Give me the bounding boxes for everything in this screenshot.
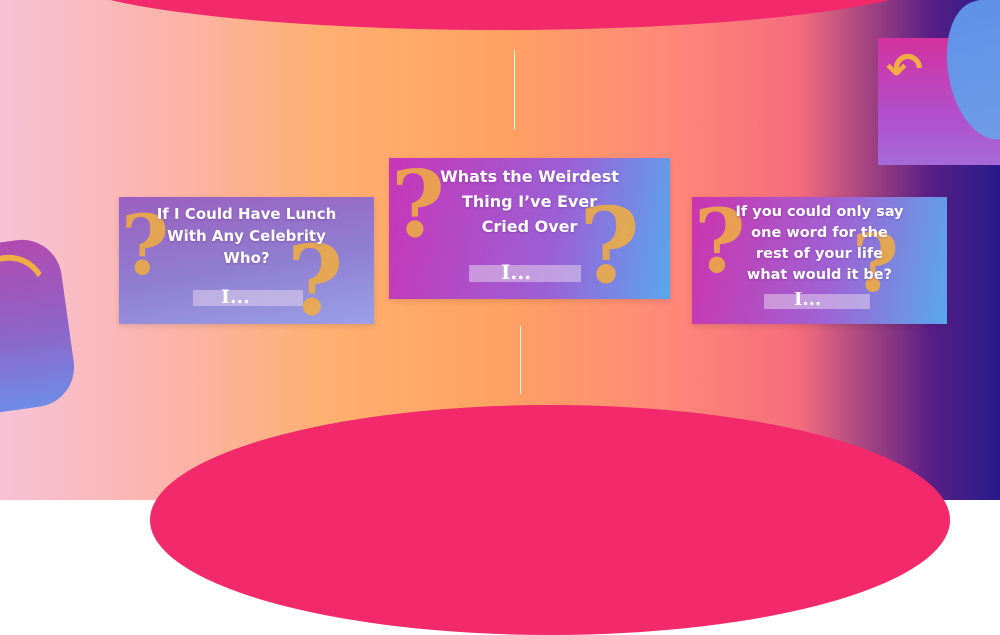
divider-line-bottom (520, 326, 521, 394)
question-card-2[interactable]: ? ? Whats the Weirdest Thing I’ve Ever C… (389, 158, 670, 299)
question-line: If I Could Have Lunch (156, 205, 337, 223)
question-line: If you could only say (735, 204, 904, 220)
answer-text: I... (221, 286, 250, 308)
question-line: rest of your life (756, 246, 883, 262)
question-text: If I Could Have Lunch With Any Celebrity… (119, 203, 374, 269)
curl-question-icon: ⌒ (0, 247, 45, 323)
question-line: one word for the (751, 225, 888, 241)
question-line: Thing I’ve Ever (461, 192, 598, 211)
question-card-1[interactable]: ? ? If I Could Have Lunch With Any Celeb… (119, 197, 374, 324)
question-line: what would it be? (746, 267, 893, 283)
question-line: With Any Celebrity (167, 227, 326, 245)
answer-text: I... (794, 289, 822, 310)
answer-text: I... (501, 260, 532, 284)
question-text: If you could only say one word for the r… (692, 202, 947, 286)
question-line: Who? (223, 249, 270, 267)
question-line: Whats the Weirdest (440, 167, 619, 186)
question-line: Cried Over (481, 217, 578, 236)
curl-arrow-icon: ↶ (886, 44, 923, 95)
bottom-blob (150, 405, 950, 635)
question-card-3[interactable]: ? ? If you could only say one word for t… (692, 197, 947, 324)
divider-line-top (514, 50, 515, 130)
question-text: Whats the Weirdest Thing I’ve Ever Cried… (389, 164, 670, 239)
